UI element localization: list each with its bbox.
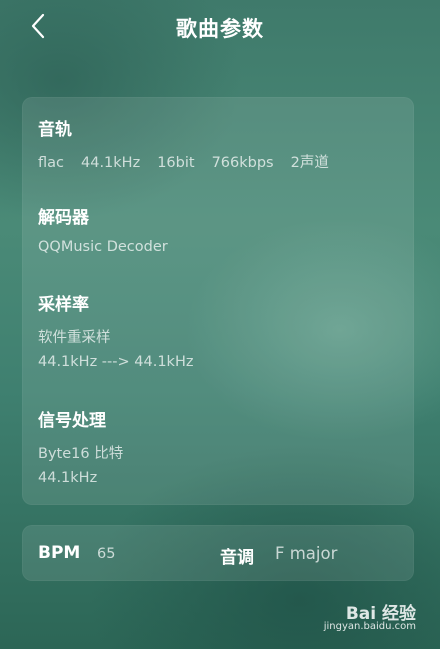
track-info: flac 44.1kHz 16bit 766kbps 2声道 bbox=[38, 151, 346, 172]
watermark-url: jingyan.baidu.com bbox=[323, 621, 416, 632]
parameters-card: 音轨 flac 44.1kHz 16bit 766kbps 2声道 解码器 QQMusi… bbox=[22, 97, 414, 505]
signal-bit-depth: Byte16 比特 bbox=[38, 446, 124, 462]
sample-rate-mode: 软件重采样 bbox=[38, 330, 111, 346]
track-format: flac bbox=[38, 155, 64, 171]
bpm-key-card: BPM 65 音调 F major bbox=[22, 525, 414, 581]
bpm-value: 65 bbox=[97, 546, 116, 562]
bpm-label: BPM bbox=[38, 543, 81, 563]
key-value: F major bbox=[275, 544, 338, 563]
key-label: 音调 bbox=[220, 548, 254, 568]
track-bitrate: 766kbps bbox=[211, 155, 274, 171]
track-channels: 2声道 bbox=[290, 155, 329, 171]
track-sample-rate: 44.1kHz bbox=[81, 155, 141, 171]
page-title: 歌曲参数 bbox=[176, 17, 264, 41]
sample-rate-title: 采样率 bbox=[38, 295, 89, 315]
track-title: 音轨 bbox=[38, 120, 72, 140]
decoder-title: 解码器 bbox=[38, 208, 89, 228]
baidu-jingyan-watermark: Bai 经验 jingyan.baidu.com bbox=[296, 599, 416, 635]
signal-sample-rate: 44.1kHz bbox=[38, 470, 98, 486]
sample-rate-conversion: 44.1kHz ---> 44.1kHz bbox=[38, 354, 194, 370]
signal-title: 信号处理 bbox=[38, 411, 106, 431]
decoder-value: QQMusic Decoder bbox=[38, 239, 168, 255]
track-bit-depth: 16bit bbox=[157, 155, 195, 171]
header: 歌曲参数 bbox=[0, 0, 440, 56]
